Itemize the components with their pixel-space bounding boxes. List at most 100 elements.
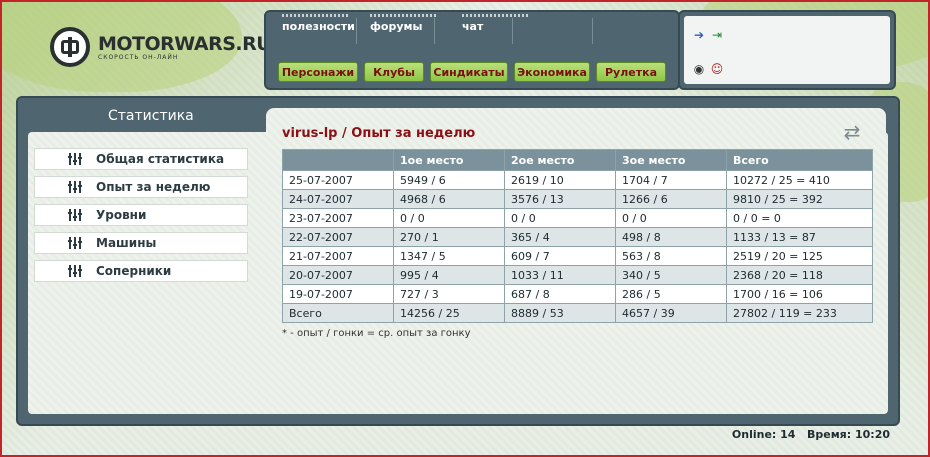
table-cell: 1266 / 6	[615, 189, 727, 209]
weekly-exp-table: 1ое место 2ое место 3ое место Всего 25-0…	[282, 149, 873, 323]
nav-separator	[356, 18, 357, 44]
table-cell: 21-07-2007	[282, 246, 394, 266]
nav-separator	[512, 18, 513, 44]
table-cell: Всего	[282, 303, 394, 323]
table-row: 20-07-2007 995 / 4 1033 / 11 340 / 5 236…	[282, 265, 873, 285]
top-nav-panel: полезности форумы чат Персонажи Клубы Си…	[264, 10, 680, 90]
table-cell: 24-07-2007	[282, 189, 394, 209]
logo-title: MOTORWARS.RU	[98, 33, 272, 55]
sliders-icon	[68, 237, 84, 249]
table-cell: 1347 / 5	[393, 246, 505, 266]
globe-icon[interactable]: ◉	[692, 62, 706, 76]
column-header	[282, 149, 394, 171]
online-label: Online:	[731, 428, 777, 441]
table-cell: 19-07-2007	[282, 284, 394, 304]
nav-separator	[592, 18, 593, 44]
table-row: 25-07-2007 5949 / 6 2619 / 10 1704 / 7 1…	[282, 170, 873, 190]
table-cell: 727 / 3	[393, 284, 505, 304]
table-row: 19-07-2007 727 / 3 687 / 8 286 / 5 1700 …	[282, 284, 873, 304]
refresh-icon[interactable]: ⇄	[838, 121, 866, 143]
table-cell: 498 / 8	[615, 227, 727, 247]
sidebar-item-label: Уровни	[96, 208, 147, 222]
table-cell: 365 / 4	[504, 227, 616, 247]
page-title: virus-lp / Опыт за неделю	[282, 126, 476, 141]
nav-link-useful[interactable]: полезности	[282, 14, 355, 33]
time-label: Время:	[806, 428, 852, 441]
table-cell: 1133 / 13 = 87	[726, 227, 873, 247]
sliders-icon	[68, 153, 84, 165]
nav-button-roulette[interactable]: Рулетка	[596, 62, 666, 82]
table-cell: 10272 / 25 = 410	[726, 170, 873, 190]
table-cell: 27802 / 119 = 233	[726, 303, 873, 323]
table-cell: 687 / 8	[504, 284, 616, 304]
sliders-icon	[68, 209, 84, 221]
column-header: 2ое место	[504, 149, 616, 171]
nav-button-characters[interactable]: Персонажи	[278, 62, 358, 82]
table-cell: 9810 / 25 = 392	[726, 189, 873, 209]
exit-icon[interactable]: ⇥	[710, 28, 724, 42]
user-icon[interactable]: ☺	[710, 62, 724, 76]
sidebar-item-rivals[interactable]: Соперники	[34, 260, 248, 282]
table-cell: 4968 / 6	[393, 189, 505, 209]
column-header: Всего	[726, 149, 873, 171]
sidebar-item-weekly-exp[interactable]: Опыт за неделю	[34, 176, 248, 198]
table-cell: 3576 / 13	[504, 189, 616, 209]
table-cell: 25-07-2007	[282, 170, 394, 190]
sidebar-title: Статистика	[108, 108, 194, 124]
table-cell: 23-07-2007	[282, 208, 394, 228]
column-header: 3ое место	[615, 149, 727, 171]
server-time: 10:20	[854, 428, 890, 441]
page-frame: MOTORWARS.RU СКОРОСТЬ ОН-ЛАЙН полезности…	[0, 0, 930, 457]
table-header-row: 1ое место 2ое место 3ое место Всего	[282, 149, 873, 171]
table-cell: 2519 / 20 = 125	[726, 246, 873, 266]
nav-button-economy[interactable]: Экономика	[514, 62, 590, 82]
table-cell: 340 / 5	[615, 265, 727, 285]
logo-subtitle: СКОРОСТЬ ОН-ЛАЙН	[98, 54, 179, 61]
table-cell: 1704 / 7	[615, 170, 727, 190]
table-cell: 20-07-2007	[282, 265, 394, 285]
table-cell: 22-07-2007	[282, 227, 394, 247]
arrow-icon[interactable]: ➔	[692, 28, 706, 42]
sidebar-item-cars[interactable]: Машины	[34, 232, 248, 254]
table-cell: 1700 / 16 = 106	[726, 284, 873, 304]
table-row: 23-07-2007 0 / 0 0 / 0 0 / 0 0 / 0 = 0	[282, 208, 873, 228]
table-row: 21-07-2007 1347 / 5 609 / 7 563 / 8 2519…	[282, 246, 873, 266]
table-row: 24-07-2007 4968 / 6 3576 / 13 1266 / 6 9…	[282, 189, 873, 209]
sidebar-item-levels[interactable]: Уровни	[34, 204, 248, 226]
nav-button-syndicates[interactable]: Синдикаты	[430, 62, 508, 82]
table-cell: 0 / 0	[393, 208, 505, 228]
nav-separator	[434, 18, 435, 44]
table-cell: 609 / 7	[504, 246, 616, 266]
sidebar-item-general-stats[interactable]: Общая статистика	[34, 148, 248, 170]
sidebar-item-label: Опыт за неделю	[96, 180, 211, 194]
table-cell: 0 / 0	[504, 208, 616, 228]
sidebar-item-label: Общая статистика	[96, 152, 225, 166]
table-total-row: Всего 14256 / 25 8889 / 53 4657 / 39 278…	[282, 303, 873, 323]
table-cell: 286 / 5	[615, 284, 727, 304]
table-cell: 0 / 0 = 0	[726, 208, 873, 228]
site-logo[interactable]: MOTORWARS.RU СКОРОСТЬ ОН-ЛАЙН	[50, 22, 272, 72]
nav-link-chat[interactable]: чат	[462, 14, 532, 33]
table-cell: 4657 / 39	[615, 303, 727, 323]
table-footnote: * - опыт / гонки = ср. опыт за гонку	[282, 328, 471, 339]
table-cell: 563 / 8	[615, 246, 727, 266]
table-row: 22-07-2007 270 / 1 365 / 4 498 / 8 1133 …	[282, 227, 873, 247]
sidebar-item-label: Соперники	[96, 264, 172, 278]
sliders-icon	[68, 265, 84, 277]
user-icons-panel: ➔ ⇥ ◉ ☺	[678, 10, 896, 90]
table-cell: 2619 / 10	[504, 170, 616, 190]
logo-icon	[50, 27, 90, 67]
nav-button-clubs[interactable]: Клубы	[364, 62, 424, 82]
table-cell: 1033 / 11	[504, 265, 616, 285]
online-count: 14	[780, 428, 796, 441]
sliders-icon	[68, 181, 84, 193]
table-cell: 270 / 1	[393, 227, 505, 247]
table-cell: 0 / 0	[615, 208, 727, 228]
table-cell: 2368 / 20 = 118	[726, 265, 873, 285]
status-bar: Online: 14 Время: 10:20	[732, 428, 890, 441]
sidebar-item-label: Машины	[96, 236, 157, 250]
nav-link-forums[interactable]: форумы	[370, 14, 439, 33]
table-cell: 5949 / 6	[393, 170, 505, 190]
table-cell: 995 / 4	[393, 265, 505, 285]
column-header: 1ое место	[393, 149, 505, 171]
